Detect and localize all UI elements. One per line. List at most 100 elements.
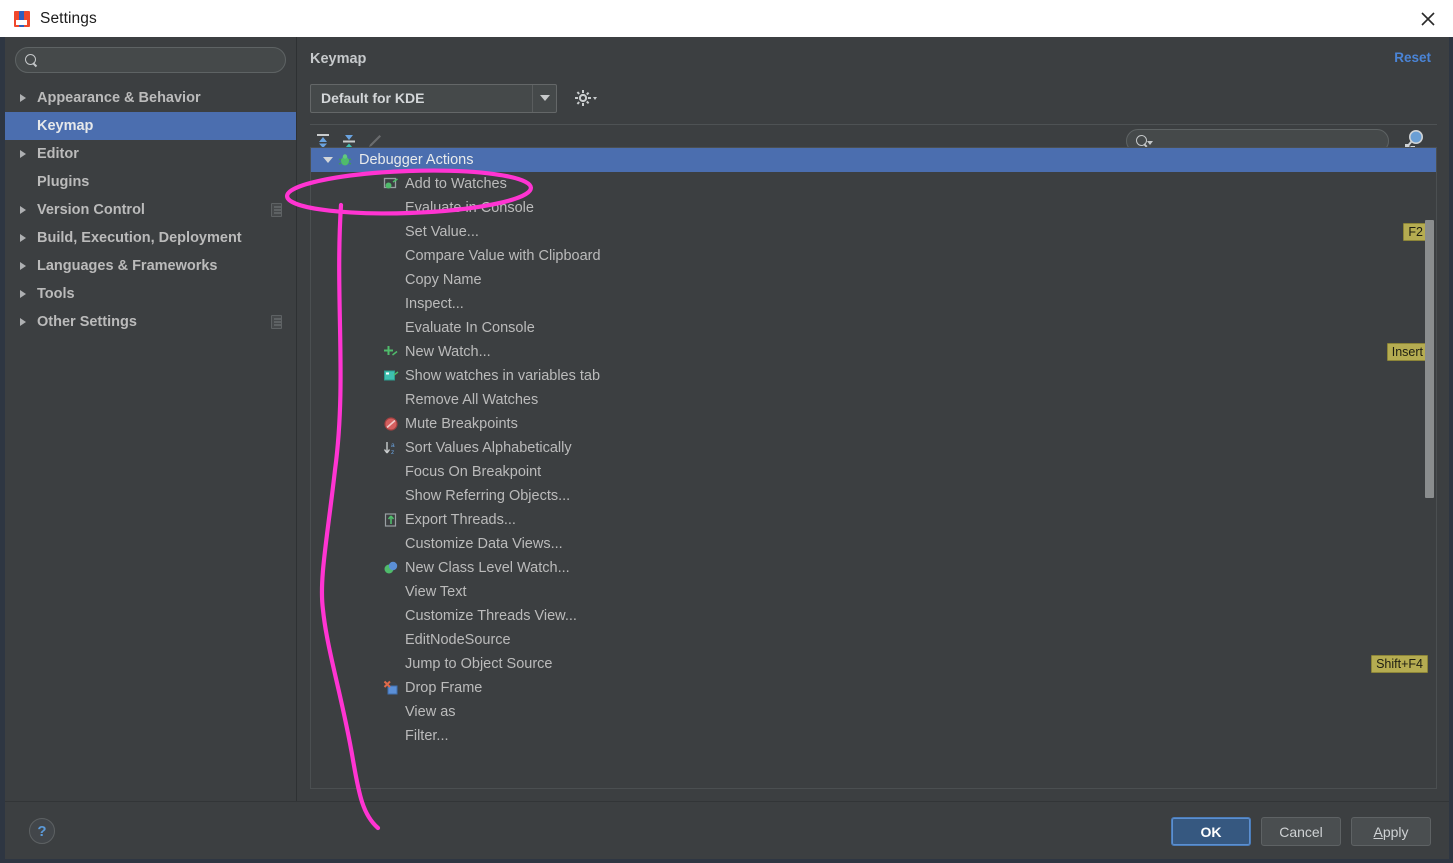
tree-row-sort-values-alphabetically[interactable]: a z Sort Values Alphabetically <box>311 436 1436 460</box>
tree-row-filter[interactable]: Filter... <box>311 724 1436 748</box>
no-icon <box>383 296 399 312</box>
tree-row-copy-name[interactable]: Copy Name <box>311 268 1436 292</box>
tree-row-remove-all-watches[interactable]: Remove All Watches <box>311 388 1436 412</box>
tree-row-label: View Text <box>405 584 467 600</box>
no-icon <box>383 200 399 216</box>
class-level-watch-icon <box>383 560 399 576</box>
tree-row-set-value[interactable]: Set Value... F2 <box>311 220 1436 244</box>
tree-row-label: Inspect... <box>405 296 464 312</box>
tree-row-label: Compare Value with Clipboard <box>405 248 601 264</box>
svg-text:z: z <box>391 449 394 456</box>
tree-row-evaluate-in-console-2[interactable]: Evaluate In Console <box>311 316 1436 340</box>
svg-text:a: a <box>391 442 395 449</box>
tree-row-debugger-actions[interactable]: Debugger Actions <box>311 148 1436 172</box>
tree-row-drop-frame[interactable]: Drop Frame <box>311 676 1436 700</box>
settings-dialog: Settings Appearance & Behavior Keymap Ed… <box>0 0 1453 863</box>
tree-row-label: New Class Level Watch... <box>405 560 570 576</box>
tree-row-label: Show Referring Objects... <box>405 488 571 504</box>
tree-row-label: Sort Values Alphabetically <box>405 440 572 456</box>
tree-row-new-class-level-watch[interactable]: New Class Level Watch... <box>311 556 1436 580</box>
sidebar-item-label: Version Control <box>37 202 145 218</box>
project-scope-icon <box>271 315 282 329</box>
tree-row-new-watch[interactable]: New Watch... Insert <box>311 340 1436 364</box>
no-icon <box>383 656 399 672</box>
sidebar-item-build-execution-deployment[interactable]: Build, Execution, Deployment <box>5 224 296 252</box>
new-watch-icon <box>383 344 399 360</box>
drop-frame-icon <box>383 680 399 696</box>
settings-search-input[interactable] <box>38 52 285 68</box>
panel-header: Keymap Reset <box>298 37 1449 81</box>
title-bar: Settings <box>0 0 1453 37</box>
cancel-button[interactable]: Cancel <box>1261 817 1341 846</box>
no-icon <box>383 272 399 288</box>
tree-row-view-as[interactable]: View as <box>311 700 1436 724</box>
actions-search-input[interactable] <box>1154 134 1388 148</box>
tree-row-editnodesource[interactable]: EditNodeSource <box>311 628 1436 652</box>
reset-link[interactable]: Reset <box>1394 50 1431 65</box>
ok-button[interactable]: OK <box>1171 817 1251 846</box>
tree-row-label: Customize Threads View... <box>405 608 577 624</box>
keymap-tree: Debugger Actions Add to Watches Evaluate… <box>311 148 1436 788</box>
gear-dropdown-icon[interactable] <box>574 87 600 109</box>
tree-row-jump-to-object-source[interactable]: Jump to Object Source Shift+F4 <box>311 652 1436 676</box>
settings-category-list: Appearance & Behavior Keymap Editor Plug… <box>5 84 296 336</box>
no-chevron <box>19 177 29 187</box>
tree-scrollbar[interactable] <box>1425 220 1434 498</box>
tree-row-label: Add to Watches <box>405 176 507 192</box>
sidebar-item-other-settings[interactable]: Other Settings <box>5 308 296 336</box>
settings-sidebar: Appearance & Behavior Keymap Editor Plug… <box>5 37 297 801</box>
sidebar-item-label: Keymap <box>37 118 94 134</box>
chevron-down-icon[interactable] <box>321 152 337 168</box>
sidebar-item-tools[interactable]: Tools <box>5 280 296 308</box>
tree-row-inspect[interactable]: Inspect... <box>311 292 1436 316</box>
tree-row-view-text[interactable]: View Text <box>311 580 1436 604</box>
close-icon[interactable] <box>1417 8 1439 30</box>
help-icon: ? <box>37 822 47 840</box>
sidebar-item-plugins[interactable]: Plugins <box>5 168 296 196</box>
sidebar-item-editor[interactable]: Editor <box>5 140 296 168</box>
tree-row-add-to-watches[interactable]: Add to Watches <box>311 172 1436 196</box>
sidebar-item-label: Editor <box>37 146 79 162</box>
apply-button[interactable]: Apply <box>1351 817 1431 846</box>
tree-row-label: Show watches in variables tab <box>405 368 601 384</box>
no-icon <box>383 392 399 408</box>
no-icon <box>383 224 399 240</box>
tree-row-focus-on-breakpoint[interactable]: Focus On Breakpoint <box>311 460 1436 484</box>
sidebar-item-appearance-behavior[interactable]: Appearance & Behavior <box>5 84 296 112</box>
sidebar-item-label: Tools <box>37 286 75 302</box>
tree-row-mute-breakpoints[interactable]: Mute Breakpoints <box>311 412 1436 436</box>
intellij-idea-icon <box>14 10 30 27</box>
tree-row-show-referring-objects[interactable]: Show Referring Objects... <box>311 484 1436 508</box>
project-scope-icon <box>271 203 282 217</box>
sidebar-item-label: Languages & Frameworks <box>37 258 218 274</box>
no-icon <box>383 488 399 504</box>
tree-row-show-watches-in-variables-tab[interactable]: Show watches in variables tab <box>311 364 1436 388</box>
chevron-right-icon <box>19 289 29 299</box>
tree-row-label: Copy Name <box>405 272 482 288</box>
settings-search-box[interactable] <box>15 47 286 73</box>
chevron-down-icon[interactable] <box>532 84 556 112</box>
sidebar-item-label: Build, Execution, Deployment <box>37 230 242 246</box>
no-icon <box>383 464 399 480</box>
tree-row-evaluate-in-console[interactable]: Evaluate in Console <box>311 196 1436 220</box>
sidebar-item-keymap[interactable]: Keymap <box>5 112 296 140</box>
tree-row-compare-value-with-clipboard[interactable]: Compare Value with Clipboard <box>311 244 1436 268</box>
sidebar-item-label: Other Settings <box>37 314 137 330</box>
chevron-right-icon <box>19 93 29 103</box>
export-threads-icon <box>383 512 399 528</box>
search-icon <box>25 53 38 67</box>
keymap-select[interactable]: Default for KDE <box>310 83 557 113</box>
help-button[interactable]: ? <box>29 818 55 844</box>
keymap-tree-container[interactable]: Debugger Actions Add to Watches Evaluate… <box>310 147 1437 789</box>
apply-button-label: Apply <box>1373 823 1409 840</box>
sidebar-item-version-control[interactable]: Version Control <box>5 196 296 224</box>
sidebar-item-languages-frameworks[interactable]: Languages & Frameworks <box>5 252 296 280</box>
chevron-right-icon <box>19 317 29 327</box>
tree-row-customize-threads-view[interactable]: Customize Threads View... <box>311 604 1436 628</box>
tree-row-label: Remove All Watches <box>405 392 539 408</box>
keymap-panel: Keymap Reset Default for KDE Debugger Ac… <box>298 37 1449 801</box>
mute-breakpoints-icon <box>383 416 399 432</box>
tree-row-customize-data-views[interactable]: Customize Data Views... <box>311 532 1436 556</box>
tree-row-label: Debugger Actions <box>359 152 474 168</box>
tree-row-export-threads[interactable]: Export Threads... <box>311 508 1436 532</box>
